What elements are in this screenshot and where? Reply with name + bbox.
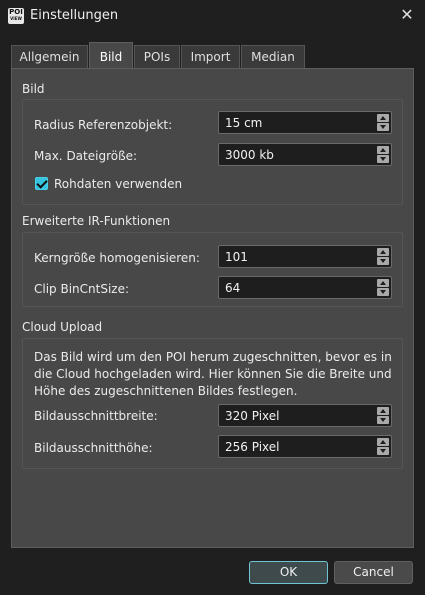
kernel-label: Kerngröße homogenisieren: — [34, 251, 200, 265]
radius-increment-button[interactable] — [377, 114, 389, 122]
crop-width-increment-button[interactable] — [377, 407, 389, 415]
tab-import[interactable]: Import — [181, 45, 240, 68]
rawdata-checkbox[interactable] — [35, 177, 48, 190]
clip-decrement-button[interactable] — [377, 288, 389, 296]
kernel-decrement-button[interactable] — [377, 257, 389, 265]
crop-width-decrement-button[interactable] — [377, 416, 389, 424]
app-logo-icon: POI VIEW — [8, 8, 24, 24]
filesize-decrement-button[interactable] — [377, 155, 389, 163]
radius-decrement-button[interactable] — [377, 123, 389, 131]
app-logo-subtext: VIEW — [10, 16, 22, 21]
cloud-description: Das Bild wird um den POI herum zugeschni… — [34, 350, 392, 398]
ok-button[interactable]: OK — [249, 561, 328, 584]
group-title-ir: Erweiterte IR-Funktionen — [22, 214, 171, 228]
group-title-cloud: Cloud Upload — [22, 320, 103, 334]
kernel-spinbox[interactable]: 101 — [218, 245, 392, 268]
kernel-increment-button[interactable] — [377, 248, 389, 256]
tab-pois[interactable]: POIs — [134, 45, 180, 68]
window-title: Einstellungen — [30, 8, 119, 23]
crop-width-label: Bildausschnittbreite: — [34, 409, 158, 423]
filesize-spinbox[interactable]: 3000 kb — [218, 143, 392, 166]
cancel-button[interactable]: Cancel — [334, 561, 413, 584]
filesize-increment-button[interactable] — [377, 146, 389, 154]
kernel-value: 101 — [225, 250, 248, 264]
crop-width-value: 320 Pixel — [225, 409, 280, 423]
filesize-label: Max. Dateigröße: — [34, 149, 138, 163]
app-logo-text: POI — [9, 8, 23, 16]
title-bar: POI VIEW Einstellungen ✕ — [0, 0, 425, 32]
crop-height-spinbox[interactable]: 256 Pixel — [218, 435, 392, 458]
clip-value: 64 — [225, 281, 241, 295]
tab-bild[interactable]: Bild — [89, 42, 133, 69]
crop-height-label: Bildausschnitthöhe: — [34, 441, 153, 455]
crop-height-decrement-button[interactable] — [377, 447, 389, 455]
tab-allgemein[interactable]: Allgemein — [11, 45, 88, 68]
radius-value: 15 cm — [225, 116, 263, 130]
settings-panel: Bild Radius Referenzobjekt: 15 cm Max. D… — [11, 68, 414, 548]
tab-median[interactable]: Median — [241, 45, 305, 68]
crop-width-spinbox[interactable]: 320 Pixel — [218, 404, 392, 427]
crop-height-increment-button[interactable] — [377, 438, 389, 446]
clip-spinbox[interactable]: 64 — [218, 276, 392, 299]
radius-label: Radius Referenzobjekt: — [34, 118, 173, 132]
group-title-bild: Bild — [22, 82, 45, 96]
radius-spinbox[interactable]: 15 cm — [218, 111, 392, 134]
clip-label: Clip BinCntSize: — [34, 282, 130, 296]
clip-increment-button[interactable] — [377, 279, 389, 287]
close-icon[interactable]: ✕ — [399, 6, 415, 24]
rawdata-label[interactable]: Rohdaten verwenden — [54, 177, 182, 191]
crop-height-value: 256 Pixel — [225, 440, 280, 454]
filesize-value: 3000 kb — [225, 148, 274, 162]
